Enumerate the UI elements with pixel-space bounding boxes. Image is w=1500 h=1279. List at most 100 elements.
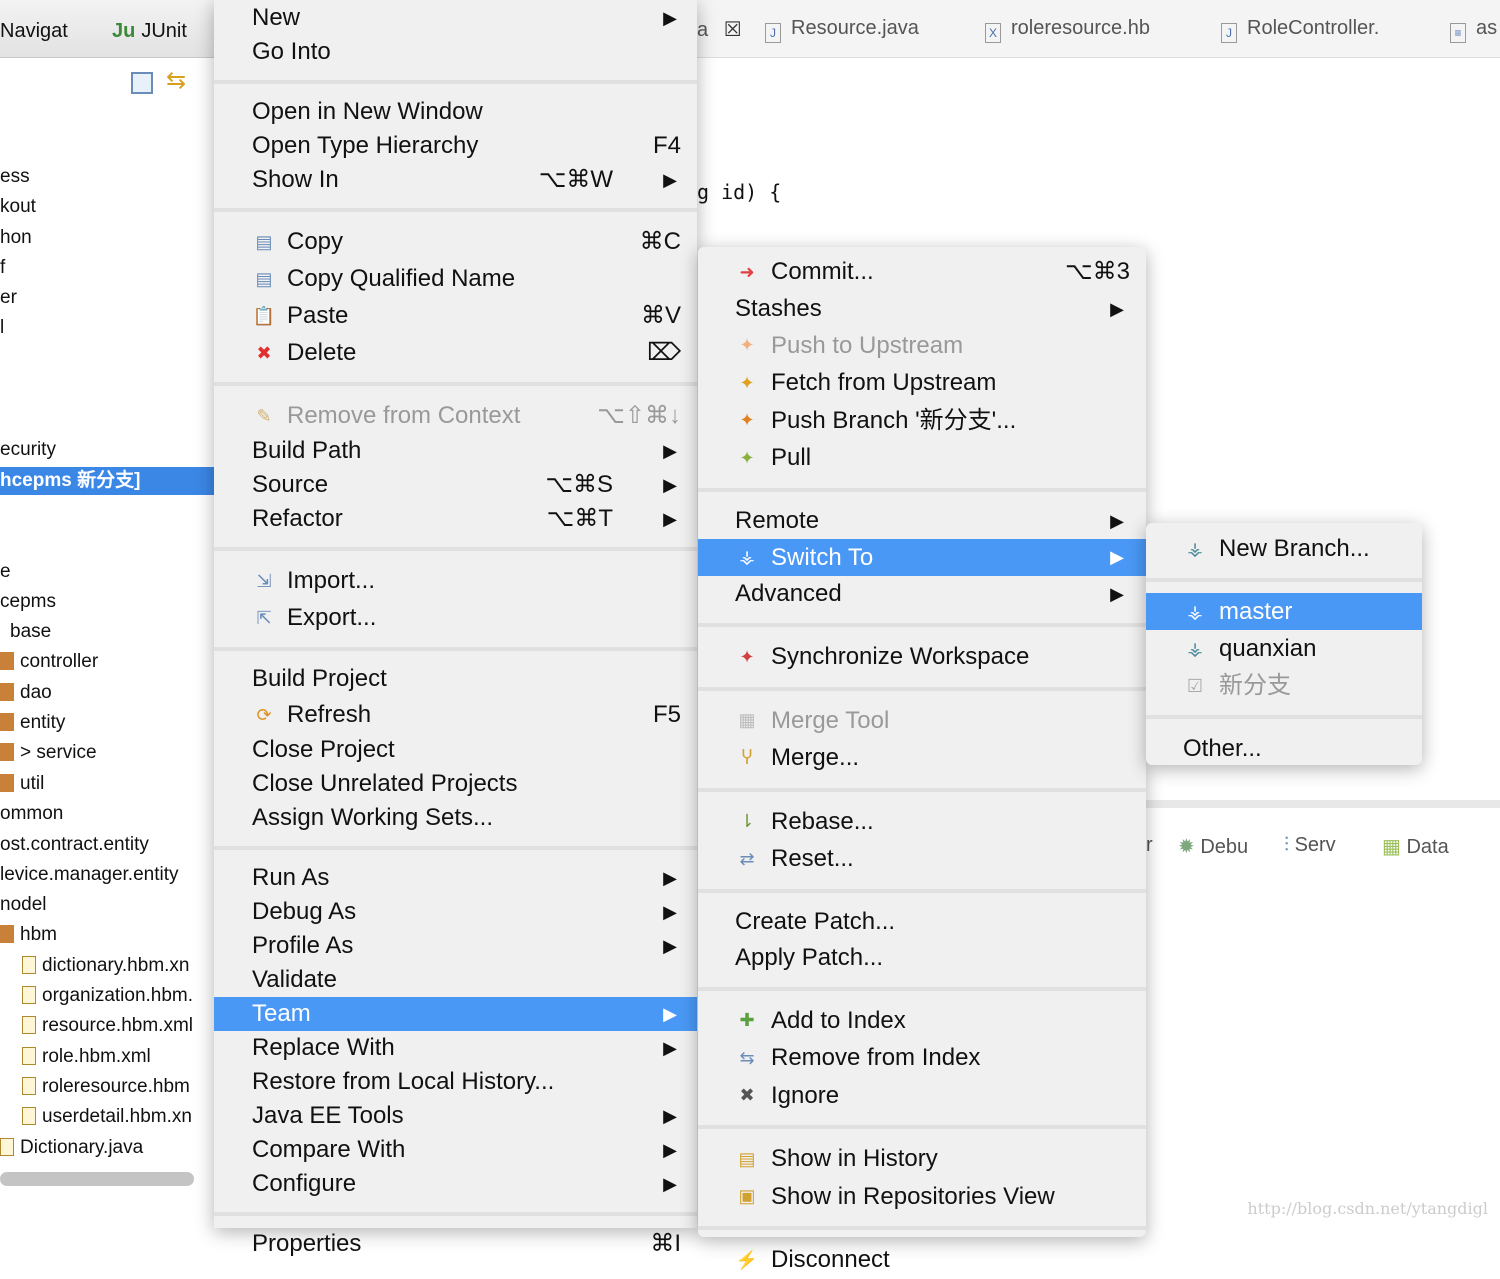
code-line[interactable]: g id) { (697, 180, 781, 204)
tab-junit[interactable]: Ju JUnit (112, 20, 187, 43)
menu-item-show-in-history[interactable]: ▤ Show in History (698, 1140, 1146, 1178)
tree-item[interactable]: util (0, 770, 44, 798)
menu-item-delete[interactable]: ✖ Delete ⌦ (214, 334, 697, 371)
menu-item-commit[interactable]: ➜ Commit... ⌥⌘3 (698, 253, 1146, 291)
menu-item-label: Push Branch '新分支'... (771, 406, 1017, 434)
tree-item[interactable]: controller (0, 648, 98, 676)
tree-item[interactable]: levice.manager.entity (0, 861, 179, 889)
editor-tab-active[interactable]: a ☒ (697, 17, 742, 42)
menu-item-replace-with[interactable]: Replace With ▶ (214, 1031, 697, 1065)
menu-item-properties[interactable]: Properties ⌘I (214, 1227, 697, 1261)
menu-item-push-branch[interactable]: ✦ Push Branch '新分支'... (698, 402, 1146, 440)
menu-item-export[interactable]: ⇱ Export... (214, 599, 697, 636)
tree-item[interactable]: er (0, 284, 17, 312)
editor-tab[interactable]: J RoleController. (1221, 17, 1379, 43)
menu-item-advanced[interactable]: Advanced ▶ (698, 576, 1146, 612)
bottom-tab-servers[interactable]: ⫶ Serv (1284, 834, 1336, 857)
menu-item-new[interactable]: New ▶ (214, 1, 697, 35)
menu-item-master[interactable]: ⚶ master (1146, 593, 1422, 630)
tree-item[interactable]: hon (0, 224, 32, 252)
menu-item-other[interactable]: Other... (1146, 730, 1422, 767)
menu-item-copy[interactable]: ▤ Copy ⌘C (214, 223, 697, 260)
bottom-tab-debug[interactable]: ✹ Debu (1178, 834, 1248, 859)
editor-tab[interactable]: Xroleresource.hb (985, 17, 1150, 43)
menu-item-switch-to[interactable]: ⚶ Switch To ▶ (698, 538, 1146, 576)
tree-item[interactable]: dao (0, 679, 52, 707)
menu-item-paste[interactable]: 📋 Paste ⌘V (214, 297, 697, 334)
menu-item-show-in-repositories-view[interactable]: ▣ Show in Repositories View (698, 1178, 1146, 1216)
horizontal-scrollbar[interactable] (0, 1172, 194, 1186)
menu-item-copy-qualified-name[interactable]: ▤ Copy Qualified Name (214, 260, 697, 297)
tree-item[interactable]: role.hbm.xml (22, 1043, 151, 1071)
tree-item[interactable]: ommon (0, 800, 63, 828)
tree-item[interactable]: base (10, 618, 51, 646)
menu-item-close-project[interactable]: Close Project (214, 733, 697, 767)
tree-item[interactable]: nodel (0, 891, 47, 919)
menu-item-run-as[interactable]: Run As ▶ (214, 861, 697, 895)
editor-tab[interactable]: J Resource.java (765, 17, 919, 43)
menu-item-configure[interactable]: Configure ▶ (214, 1167, 697, 1201)
tree-item[interactable]: l (0, 314, 4, 342)
tree-item[interactable]: ost.contract.entity (0, 831, 149, 859)
menu-item-synchronize-workspace[interactable]: ✦ Synchronize Workspace (698, 638, 1146, 676)
menu-item-open-in-new-window[interactable]: Open in New Window (214, 95, 697, 129)
tree-item[interactable]: ecurity (0, 436, 56, 464)
menu-item-debug-as[interactable]: Debug As ▶ (214, 895, 697, 929)
tree-item[interactable]: roleresource.hbm (22, 1073, 190, 1101)
menu-item-show-in[interactable]: Show In ⌥⌘W ▶ (214, 163, 697, 197)
tree-item[interactable]: > service (0, 739, 97, 767)
menu-item-rebase[interactable]: ⇂ Rebase... (698, 803, 1146, 841)
menu-item-open-type-hierarchy[interactable]: Open Type Hierarchy F4 (214, 129, 697, 163)
tree-item[interactable]: ess (0, 163, 30, 191)
tree-item[interactable]: organization.hbm. (22, 982, 193, 1010)
tree-item[interactable]: resource.hbm.xml (22, 1012, 193, 1040)
bottom-tab[interactable]: r (1146, 834, 1153, 857)
menu-item-create-patch[interactable]: Create Patch... (698, 904, 1146, 940)
menu-item-disconnect[interactable]: ⚡ Disconnect (698, 1241, 1146, 1279)
tree-item[interactable]: e (0, 558, 11, 586)
menu-item-restore-from-local-history[interactable]: Restore from Local History... (214, 1065, 697, 1099)
menu-item-merge[interactable]: Ⴤ Merge... (698, 739, 1146, 777)
menu-item-refactor[interactable]: Refactor ⌥⌘T ▶ (214, 502, 697, 536)
editor-tab[interactable]: ≡ as (1450, 17, 1497, 43)
menu-item-quanxian[interactable]: ⚶ quanxian (1146, 630, 1422, 667)
menu-item-fetch-from-upstream[interactable]: ✦ Fetch from Upstream (698, 364, 1146, 402)
tree-item[interactable]: userdetail.hbm.xn (22, 1103, 192, 1131)
tree-item[interactable]: kout (0, 193, 36, 221)
tree-item[interactable]: entity (0, 709, 65, 737)
menu-item-assign-working-sets[interactable]: Assign Working Sets... (214, 801, 697, 835)
menu-item-add-to-index[interactable]: ✚ Add to Index (698, 1002, 1146, 1040)
menu-item-go-into[interactable]: Go Into (214, 35, 697, 69)
menu-item-source[interactable]: Source ⌥⌘S ▶ (214, 468, 697, 502)
menu-item-import[interactable]: ⇲ Import... (214, 562, 697, 599)
menu-item-build-path[interactable]: Build Path ▶ (214, 434, 697, 468)
menu-item-apply-patch[interactable]: Apply Patch... (698, 940, 1146, 976)
menu-item-stashes[interactable]: Stashes ▶ (698, 291, 1146, 327)
tree-item[interactable]: hbm (0, 921, 57, 949)
menu-item-pull[interactable]: ✦ Pull (698, 439, 1146, 477)
menu-item-new-branch[interactable]: ⚶ New Branch... (1146, 530, 1422, 567)
menu-item-team[interactable]: Team ▶ (214, 997, 697, 1031)
menu-item-close-unrelated-projects[interactable]: Close Unrelated Projects (214, 767, 697, 801)
tree-item[interactable]: hcepms 新分支] (0, 467, 214, 495)
menu-item-validate[interactable]: Validate (214, 963, 697, 997)
menu-item-remove-from-index[interactable]: ⇆ Remove from Index (698, 1039, 1146, 1077)
tree-item[interactable]: dictionary.hbm.xn (22, 952, 190, 980)
bottom-tab-data[interactable]: ▦ Data (1382, 834, 1449, 859)
menu-item-build-project[interactable]: Build Project (214, 662, 697, 696)
menu-item-reset[interactable]: ⇄ Reset... (698, 840, 1146, 878)
tab-navigator[interactable]: Navigat (0, 20, 68, 43)
close-icon[interactable]: ☒ (724, 19, 742, 41)
tree-item[interactable]: Dictionary.java (0, 1134, 143, 1162)
collapse-all-icon[interactable] (131, 72, 153, 94)
tree-item[interactable]: f (0, 254, 5, 282)
menu-item-profile-as[interactable]: Profile As ▶ (214, 929, 697, 963)
menu-item-refresh[interactable]: ⟳ Refresh F5 (214, 696, 697, 733)
menu-item-ignore[interactable]: ✖ Ignore (698, 1077, 1146, 1115)
shortcut: ⌥⌘S (545, 471, 613, 498)
menu-item-compare-with[interactable]: Compare With ▶ (214, 1133, 697, 1167)
tree-item[interactable]: cepms (0, 588, 56, 616)
menu-item-remote[interactable]: Remote ▶ (698, 503, 1146, 539)
link-with-editor-icon[interactable]: ⇆ (166, 66, 186, 95)
menu-item-java-ee-tools[interactable]: Java EE Tools ▶ (214, 1099, 697, 1133)
